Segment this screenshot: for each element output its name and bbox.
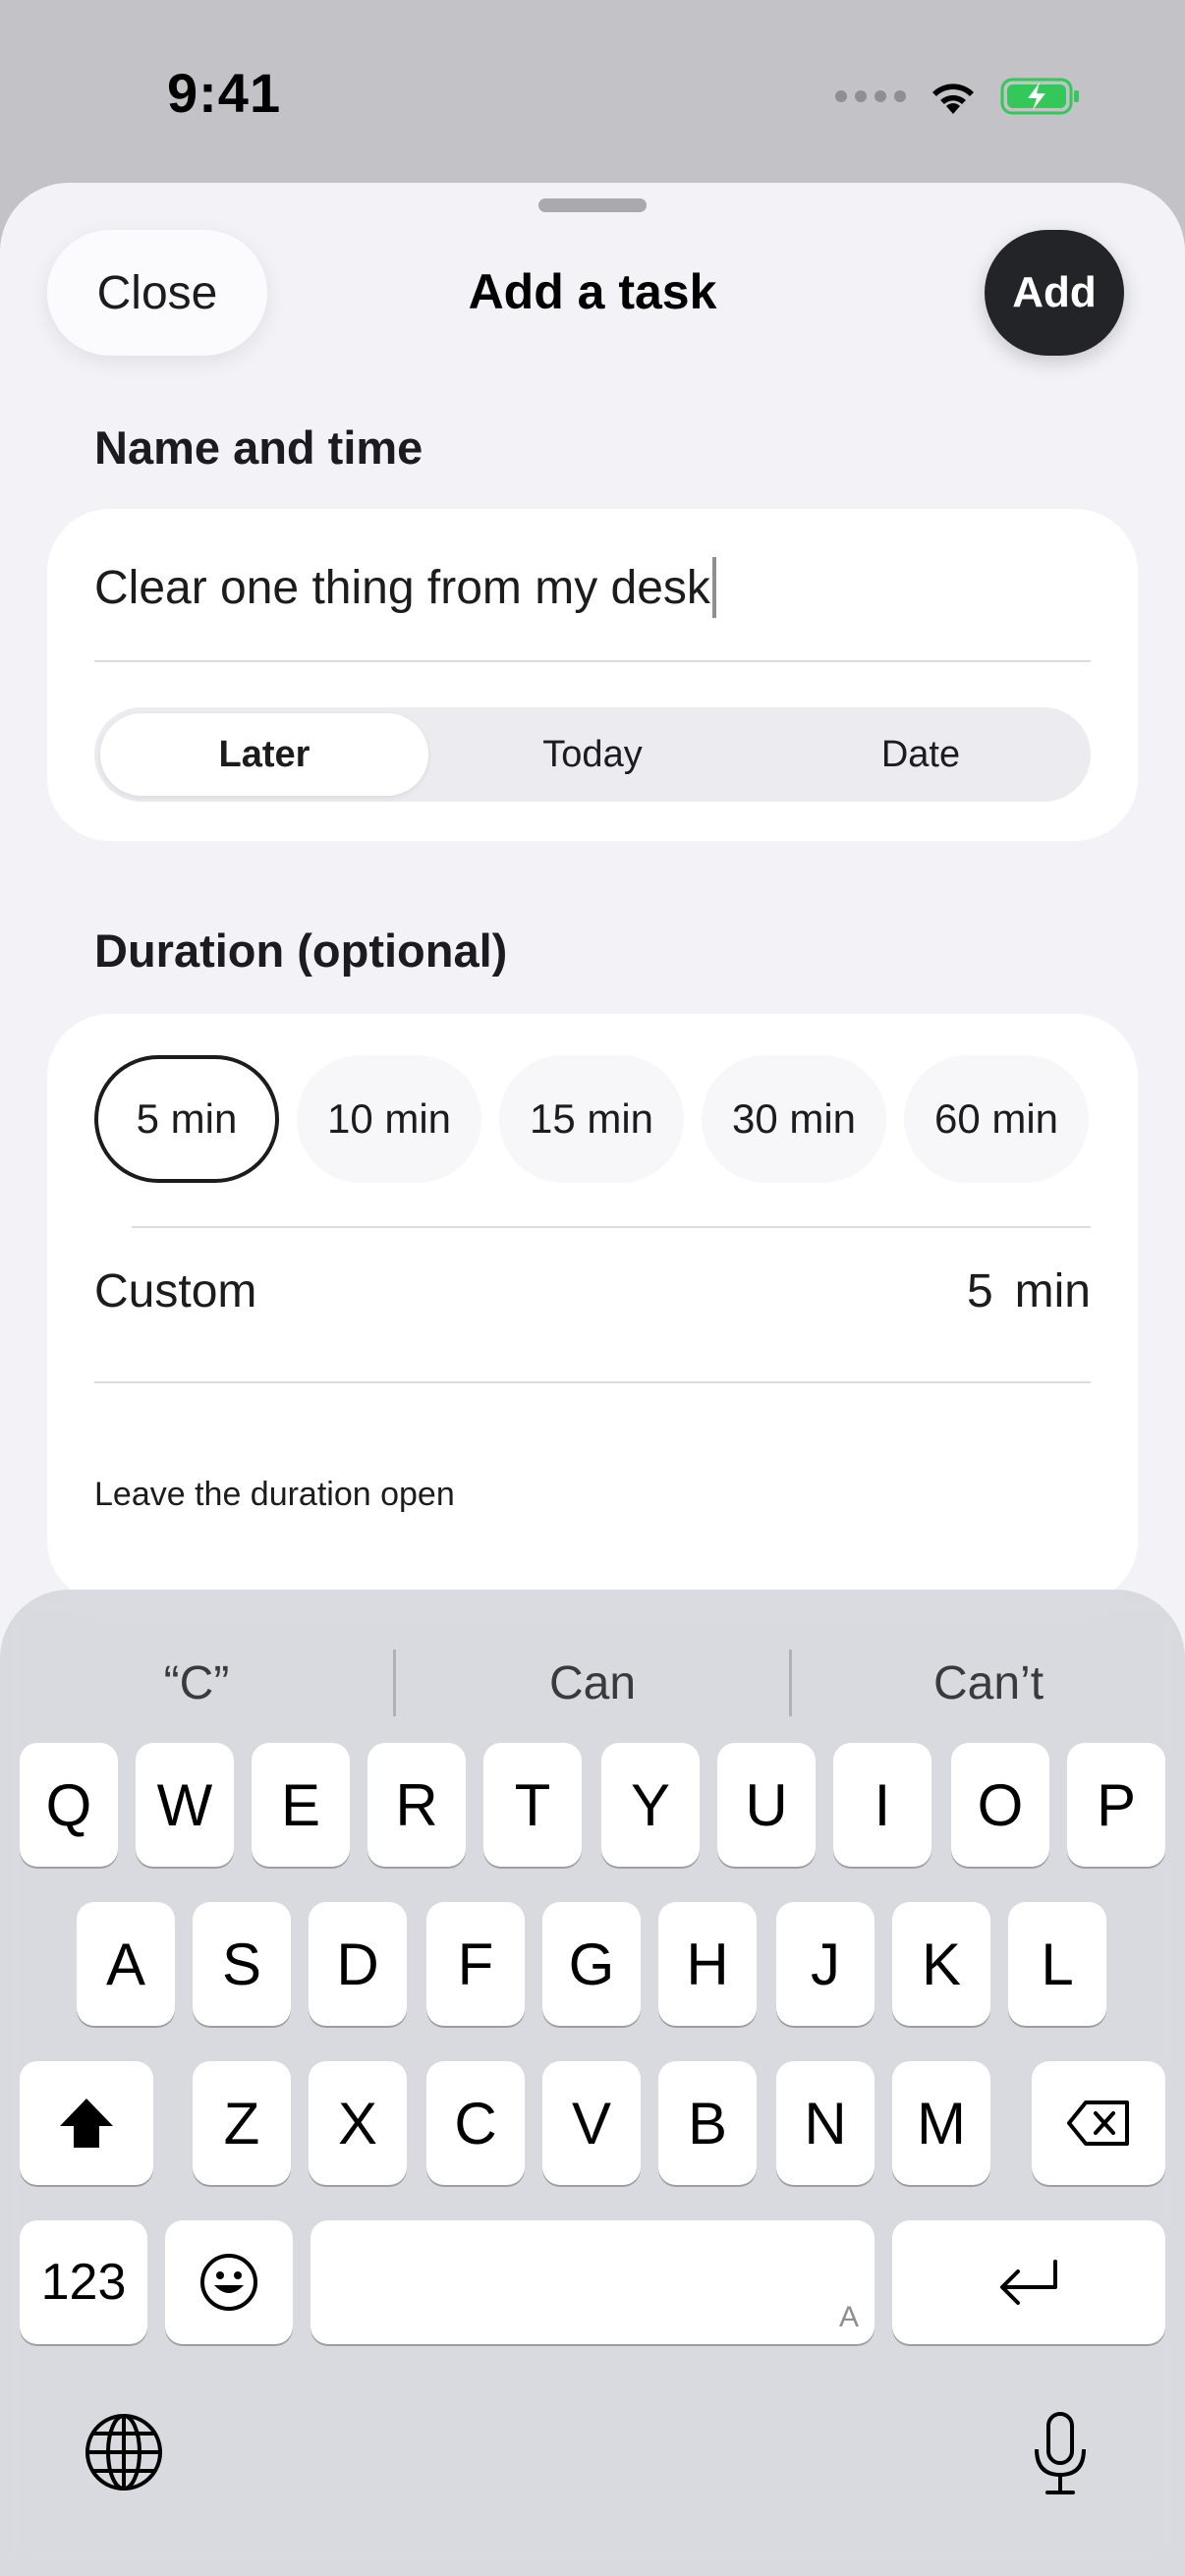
key-w[interactable]: W bbox=[136, 1743, 234, 1867]
text-caret bbox=[711, 557, 716, 618]
open-duration-label[interactable]: Leave the duration open bbox=[94, 1476, 455, 1514]
emoji-icon bbox=[200, 2254, 257, 2311]
suggestion-bar: “C” Can Can’t bbox=[0, 1619, 1185, 1747]
space-key[interactable]: A bbox=[310, 2220, 875, 2344]
name-time-card: Clear one thing from my desk Later Today… bbox=[47, 509, 1138, 841]
key-a[interactable]: A bbox=[77, 1902, 175, 2026]
sheet-grabber[interactable] bbox=[538, 198, 647, 212]
key-z[interactable]: Z bbox=[193, 2061, 291, 2185]
custom-label: Custom bbox=[94, 1264, 257, 1317]
key-d[interactable]: D bbox=[309, 1902, 407, 2026]
duration-card: 5 min 10 min 15 min 30 min 60 min Custom… bbox=[47, 1014, 1138, 1603]
duration-chip-15[interactable]: 15 min bbox=[499, 1055, 684, 1183]
dictation-button[interactable] bbox=[1022, 2409, 1099, 2497]
numbers-key[interactable]: 123 bbox=[20, 2220, 147, 2344]
globe-button[interactable] bbox=[83, 2411, 165, 2493]
status-bar: 9:41 bbox=[0, 0, 1185, 187]
key-e[interactable]: E bbox=[252, 1743, 350, 1867]
keyboard: “C” Can Can’t Q W E R T Y U I O P A S D … bbox=[0, 1590, 1185, 2576]
battery-charging-icon bbox=[1000, 78, 1079, 115]
add-button[interactable]: Add bbox=[985, 230, 1124, 356]
key-q[interactable]: Q bbox=[20, 1743, 118, 1867]
key-x[interactable]: X bbox=[309, 2061, 407, 2185]
schedule-segmented-control: Later Today Date bbox=[94, 707, 1091, 802]
custom-value[interactable]: 5 min bbox=[967, 1264, 1091, 1318]
suggestion-3[interactable]: Can’t bbox=[792, 1619, 1185, 1747]
backspace-icon bbox=[1067, 2100, 1129, 2146]
duration-chip-5[interactable]: 5 min bbox=[94, 1055, 279, 1183]
key-v[interactable]: V bbox=[542, 2061, 641, 2185]
key-o[interactable]: O bbox=[951, 1743, 1049, 1867]
segment-date[interactable]: Date bbox=[757, 713, 1085, 796]
key-b[interactable]: B bbox=[658, 2061, 757, 2185]
globe-icon bbox=[85, 2414, 162, 2491]
key-i[interactable]: I bbox=[833, 1743, 931, 1867]
status-time: 9:41 bbox=[167, 62, 282, 124]
segment-later[interactable]: Later bbox=[100, 713, 428, 796]
shift-icon bbox=[60, 2099, 113, 2148]
backspace-key[interactable] bbox=[1032, 2061, 1165, 2185]
return-key[interactable] bbox=[892, 2220, 1165, 2344]
key-l[interactable]: L bbox=[1008, 1902, 1106, 2026]
return-icon bbox=[1000, 2260, 1057, 2305]
key-p[interactable]: P bbox=[1067, 1743, 1165, 1867]
key-y[interactable]: Y bbox=[601, 1743, 700, 1867]
duration-chip-60[interactable]: 60 min bbox=[904, 1055, 1089, 1183]
custom-number: 5 bbox=[966, 1264, 993, 1317]
suggestion-2[interactable]: Can bbox=[396, 1619, 789, 1747]
duration-chip-10[interactable]: 10 min bbox=[297, 1055, 481, 1183]
microphone-icon bbox=[1035, 2412, 1086, 2494]
custom-unit: min bbox=[1014, 1264, 1091, 1317]
space-hint: A bbox=[838, 2301, 859, 2333]
task-name-value: Clear one thing from my desk bbox=[94, 561, 710, 614]
key-m[interactable]: M bbox=[892, 2061, 990, 2185]
emoji-key[interactable] bbox=[165, 2220, 293, 2344]
duration-section-label: Duration (optional) bbox=[94, 924, 508, 977]
key-g[interactable]: G bbox=[542, 1902, 641, 2026]
key-f[interactable]: F bbox=[426, 1902, 525, 2026]
input-divider bbox=[94, 660, 1091, 662]
key-n[interactable]: N bbox=[776, 2061, 875, 2185]
key-h[interactable]: H bbox=[658, 1902, 757, 2026]
suggestion-1[interactable]: “C” bbox=[0, 1619, 393, 1747]
task-name-input[interactable]: Clear one thing from my desk bbox=[94, 548, 1077, 627]
key-k[interactable]: K bbox=[892, 1902, 990, 2026]
key-u[interactable]: U bbox=[717, 1743, 816, 1867]
name-section-label: Name and time bbox=[94, 421, 423, 474]
chips-divider bbox=[132, 1226, 1091, 1228]
wifi-icon bbox=[932, 84, 974, 114]
key-t[interactable]: T bbox=[483, 1743, 582, 1867]
shift-key[interactable] bbox=[20, 2061, 153, 2185]
signal-dots-icon bbox=[835, 90, 906, 102]
status-icons bbox=[835, 73, 1081, 120]
duration-chip-30[interactable]: 30 min bbox=[702, 1055, 886, 1183]
key-j[interactable]: J bbox=[776, 1902, 875, 2026]
key-c[interactable]: C bbox=[426, 2061, 525, 2185]
custom-divider bbox=[94, 1381, 1091, 1383]
segment-today[interactable]: Today bbox=[428, 713, 757, 796]
custom-duration-row[interactable]: Custom 5 min bbox=[94, 1250, 1091, 1332]
key-r[interactable]: R bbox=[367, 1743, 466, 1867]
key-s[interactable]: S bbox=[193, 1902, 291, 2026]
duration-chips: 5 min 10 min 15 min 30 min 60 min bbox=[94, 1055, 1089, 1183]
